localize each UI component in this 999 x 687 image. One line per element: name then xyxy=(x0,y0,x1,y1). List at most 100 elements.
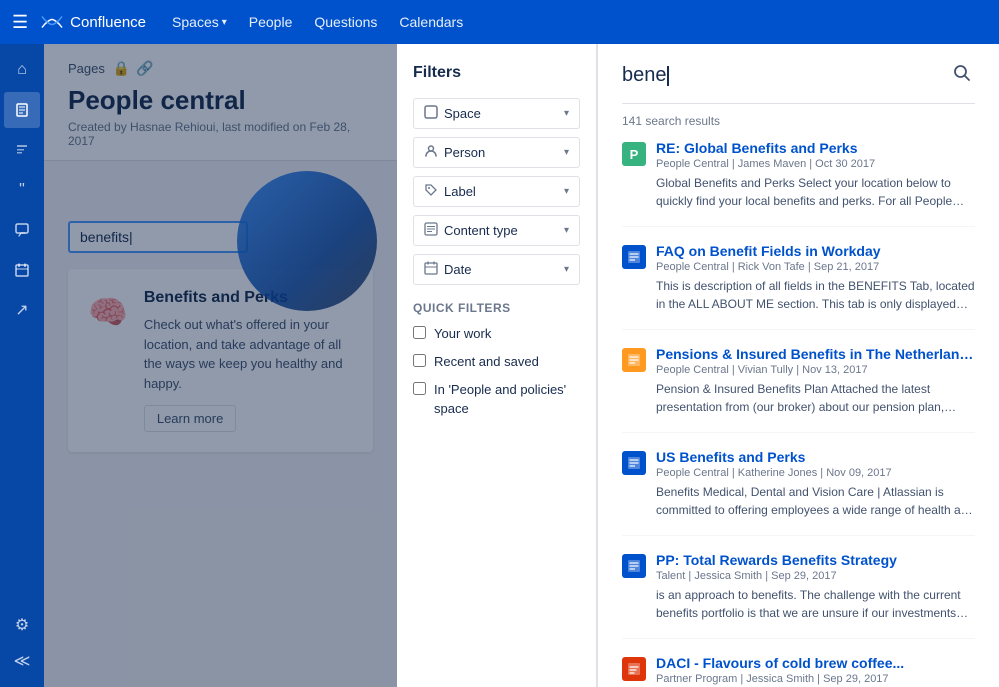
person-filter-button[interactable]: Person ▾ xyxy=(413,137,580,168)
nav-spaces[interactable]: Spaces ▾ xyxy=(162,10,237,34)
sidebar-item-pages[interactable] xyxy=(4,92,40,128)
result-meta-1: People Central | James Maven | Oct 30 20… xyxy=(656,158,975,170)
content-type-filter-button[interactable]: Content type ▾ xyxy=(413,215,580,246)
result-icon-6 xyxy=(622,657,646,681)
in-space-filter[interactable]: In 'People and policies' space xyxy=(413,381,580,417)
result-item[interactable]: FAQ on Benefit Fields in Workday People … xyxy=(622,243,975,330)
filters-panel: Filters Space ▾ Person ▾ Label ▾ xyxy=(397,44,597,687)
content-type-filter-icon xyxy=(424,222,438,239)
person-filter-label: Person xyxy=(444,145,485,160)
recent-saved-checkbox[interactable] xyxy=(413,354,426,367)
result-icon-5 xyxy=(622,554,646,578)
confluence-logo-icon xyxy=(40,10,64,34)
result-body-1: RE: Global Benefits and Perks People Cen… xyxy=(656,140,975,210)
quick-filters-title: Quick filters xyxy=(413,301,580,315)
result-snippet-1: Global Benefits and Perks Select your lo… xyxy=(656,174,975,210)
result-item[interactable]: US Benefits and Perks People Central | K… xyxy=(622,449,975,536)
result-body-4: US Benefits and Perks People Central | K… xyxy=(656,449,975,519)
main-layout: ⌂ " xyxy=(0,44,999,687)
result-meta-2: People Central | Rick Von Tafe | Sep 21,… xyxy=(656,261,975,273)
recent-and-saved-filter[interactable]: Recent and saved xyxy=(413,353,580,371)
space-filter-button[interactable]: Space ▾ xyxy=(413,98,580,129)
space-filter-label: Space xyxy=(444,106,481,121)
result-icon-3 xyxy=(622,348,646,372)
filters-title: Filters xyxy=(413,64,580,82)
sidebar-item-home[interactable]: ⌂ xyxy=(4,52,40,88)
result-snippet-4: Benefits Medical, Dental and Vision Care… xyxy=(656,483,975,519)
logo-text: Confluence xyxy=(70,14,146,31)
pages-icon xyxy=(14,102,30,118)
search-results-panel: bene 141 search results P RE: Global Ben… xyxy=(597,44,999,687)
label-filter-icon xyxy=(424,183,438,200)
result-snippet-2: This is description of all fields in the… xyxy=(656,277,975,313)
result-body-3: Pensions & Insured Benefits in The Nethe… xyxy=(656,346,975,416)
result-title-4: US Benefits and Perks xyxy=(656,449,975,465)
sidebar-item-export[interactable]: ↗ xyxy=(4,292,40,328)
recent-saved-label: Recent and saved xyxy=(434,353,539,371)
results-count: 141 search results xyxy=(622,114,975,128)
search-input-wrap: bene xyxy=(622,64,949,87)
person-filter-icon xyxy=(424,144,438,161)
space-filter-icon xyxy=(424,105,438,122)
nav-questions[interactable]: Questions xyxy=(304,10,387,34)
result-meta-6: Partner Program | Jessica Smith | Sep 29… xyxy=(656,673,975,685)
result-meta-5: Talent | Jessica Smith | Sep 29, 2017 xyxy=(656,570,975,582)
result-title-3: Pensions & Insured Benefits in The Nethe… xyxy=(656,346,975,362)
search-cursor xyxy=(667,66,669,86)
result-item[interactable]: PP: Total Rewards Benefits Strategy Tale… xyxy=(622,552,975,639)
content-type-chevron-icon: ▾ xyxy=(564,225,569,236)
content-panel: Pages 🔒 🔗 People central Created by Hasn… xyxy=(44,44,397,687)
label-chevron-icon: ▾ xyxy=(564,186,569,197)
comment-icon xyxy=(14,222,30,238)
nav-calendars[interactable]: Calendars xyxy=(389,10,473,34)
sidebar-item-quote[interactable]: " xyxy=(4,172,40,208)
overlay xyxy=(44,44,397,687)
result-item[interactable]: Pensions & Insured Benefits in The Nethe… xyxy=(622,346,975,433)
result-icon-4 xyxy=(622,451,646,475)
date-filter-button[interactable]: Date ▾ xyxy=(413,254,580,285)
label-filter-button[interactable]: Label ▾ xyxy=(413,176,580,207)
result-item[interactable]: DACI - Flavours of cold brew coffee... P… xyxy=(622,655,975,687)
result-snippet-5: is an approach to benefits. The challeng… xyxy=(656,586,975,622)
in-space-label: In 'People and policies' space xyxy=(434,381,580,417)
top-navigation: ☰ Confluence Spaces ▾ People Questions C… xyxy=(0,0,999,44)
in-space-checkbox[interactable] xyxy=(413,382,426,395)
result-meta-3: People Central | Vivian Tully | Nov 13, … xyxy=(656,364,975,376)
result-body-5: PP: Total Rewards Benefits Strategy Tale… xyxy=(656,552,975,622)
calendar-icon xyxy=(14,262,30,278)
result-item[interactable]: P RE: Global Benefits and Perks People C… xyxy=(622,140,975,227)
result-body-2: FAQ on Benefit Fields in Workday People … xyxy=(656,243,975,313)
sidebar-item-settings[interactable]: ⚙ xyxy=(4,607,40,643)
result-icon-1: P xyxy=(622,142,646,166)
confluence-logo[interactable]: Confluence xyxy=(40,10,146,34)
label-filter-label: Label xyxy=(444,184,476,199)
sidebar-item-calendar[interactable] xyxy=(4,252,40,288)
sidebar-item-collapse[interactable]: ≪ xyxy=(4,643,40,679)
result-body-6: DACI - Flavours of cold brew coffee... P… xyxy=(656,655,975,687)
content-type-filter-label: Content type xyxy=(444,223,518,238)
space-chevron-icon: ▾ xyxy=(564,108,569,119)
nav-people[interactable]: People xyxy=(239,10,303,34)
sidebar-item-comment[interactable] xyxy=(4,212,40,248)
result-meta-4: People Central | Katherine Jones | Nov 0… xyxy=(656,467,975,479)
blog-icon xyxy=(14,142,30,158)
sidebar-item-blog[interactable] xyxy=(4,132,40,168)
search-query-display[interactable]: bene xyxy=(622,64,669,86)
spaces-chevron: ▾ xyxy=(222,17,227,28)
result-title-2: FAQ on Benefit Fields in Workday xyxy=(656,243,975,259)
result-title-6: DACI - Flavours of cold brew coffee... xyxy=(656,655,975,671)
result-title-5: PP: Total Rewards Benefits Strategy xyxy=(656,552,975,568)
your-work-checkbox[interactable] xyxy=(413,326,426,339)
date-filter-label: Date xyxy=(444,262,471,277)
result-icon-2 xyxy=(622,245,646,269)
hamburger-menu[interactable]: ☰ xyxy=(12,12,28,33)
your-work-filter[interactable]: Your work xyxy=(413,325,580,343)
search-bar: bene xyxy=(622,60,975,104)
sidebar-bottom: ⚙ ≪ xyxy=(4,607,40,679)
search-submit-icon[interactable] xyxy=(949,60,975,91)
date-filter-icon xyxy=(424,261,438,278)
date-chevron-icon: ▾ xyxy=(564,264,569,275)
sidebar: ⌂ " xyxy=(0,44,44,687)
result-snippet-3: Pension & Insured Benefits Plan Attached… xyxy=(656,380,975,416)
your-work-label: Your work xyxy=(434,325,491,343)
